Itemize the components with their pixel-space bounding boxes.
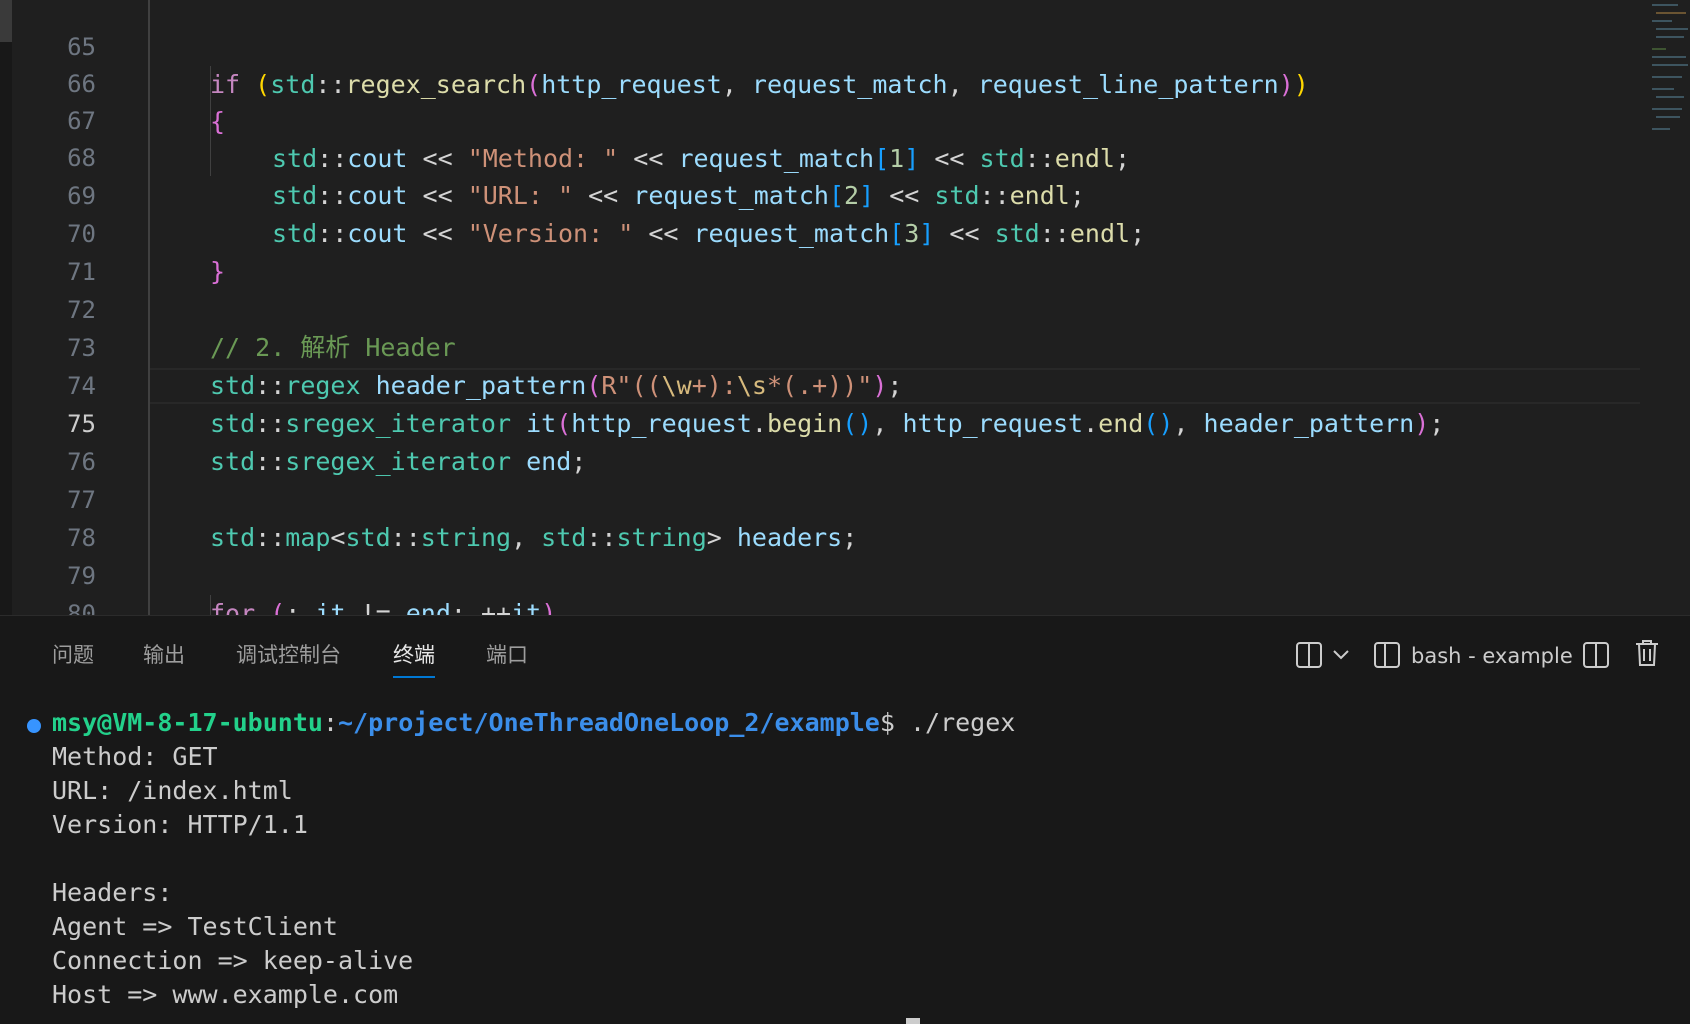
trash-icon[interactable] [1630,636,1664,670]
code-line[interactable]: 77 std::map<std::string, std::string> he… [0,443,1640,552]
prompt-path: ~/project/OneThreadOneLoop_2/example [338,708,880,737]
minimap[interactable] [1648,0,1690,145]
terminal-output-line: Version: HTTP/1.1 [52,810,308,839]
code-line[interactable]: 81 headers[(*it)[1]] = (*it)[2]; [0,595,1640,615]
code-line[interactable]: 69 std::cout << "Version: " << request_m… [0,139,1640,248]
command-decoration-icon[interactable] [27,719,41,733]
panel-tab-bar: 问题 输出 调试控制台 终端 端口 bash - example [0,616,1690,692]
vscode-window: 65 if (std::regex_search(http_request, r… [0,0,1690,1024]
code-line[interactable]: 67 std::cout << "Method: " << request_ma… [0,64,1640,173]
chevron-down-icon[interactable] [1326,638,1356,672]
bottom-panel: 问题 输出 调试控制台 终端 端口 bash - example msy@VM-… [0,615,1690,1024]
tab-terminal[interactable]: 终端 [393,640,435,678]
code-line[interactable]: 73 std::regex header_pattern(R"((\w+):\s… [0,291,1640,400]
code-line[interactable]: 72 // 2. 解析 Header [0,253,1640,362]
terminal-command: ./regex [894,708,1016,737]
tab-output[interactable]: 输出 [143,640,185,670]
terminal-output-line: Method: GET [52,742,218,771]
tab-problems[interactable]: 问题 [52,640,94,670]
prompt-end: $ [879,708,895,737]
code-line-active[interactable]: 75 std::sregex_iterator end; [0,367,1640,476]
code-line[interactable]: 74 std::sregex_iterator it(http_request.… [0,329,1640,438]
terminal-cursor [906,1018,920,1024]
terminal-output-line: Headers: [52,878,173,907]
terminal-output-line: Host => www.example.com [52,980,399,1009]
terminal-output[interactable]: msy@VM-8-17-ubuntu:~/project/OneThreadOn… [0,706,1690,1024]
terminal-title[interactable]: bash - example [1411,638,1573,674]
code-line[interactable]: 76 [0,405,1640,476]
terminal-output-line: URL: /index.html [52,776,293,805]
prompt-user: msy@VM-8-17-ubuntu [52,708,323,737]
code-line[interactable]: 78 [0,481,1640,552]
split-terminal-icon[interactable] [1292,638,1326,672]
code-line[interactable]: 65 if (std::regex_search(http_request, r… [0,0,1640,99]
code-line[interactable]: 71 [0,215,1640,286]
code-line[interactable]: 68 std::cout << "URL: " << request_match… [0,101,1640,210]
tab-debug-console[interactable]: 调试控制台 [236,640,341,670]
split-editor-icon[interactable] [1579,638,1613,672]
terminal-output-line: Agent => TestClient [52,912,338,941]
code-line[interactable]: 80 { [0,557,1640,615]
tab-ports[interactable]: 端口 [486,640,528,670]
terminal-output-line: Connection => keep-alive [52,946,414,975]
code-line[interactable]: 70 } [0,177,1640,286]
code-line[interactable]: 66 { [0,27,1640,136]
code-editor[interactable]: 65 if (std::regex_search(http_request, r… [0,0,1690,615]
terminal-prompt-line: msy@VM-8-17-ubuntu:~/project/OneThreadOn… [52,706,1015,740]
terminal-instance-icon[interactable] [1370,638,1404,672]
prompt-separator: : [322,708,338,737]
code-line[interactable]: 79 for (; it != end; ++it) [0,519,1640,615]
